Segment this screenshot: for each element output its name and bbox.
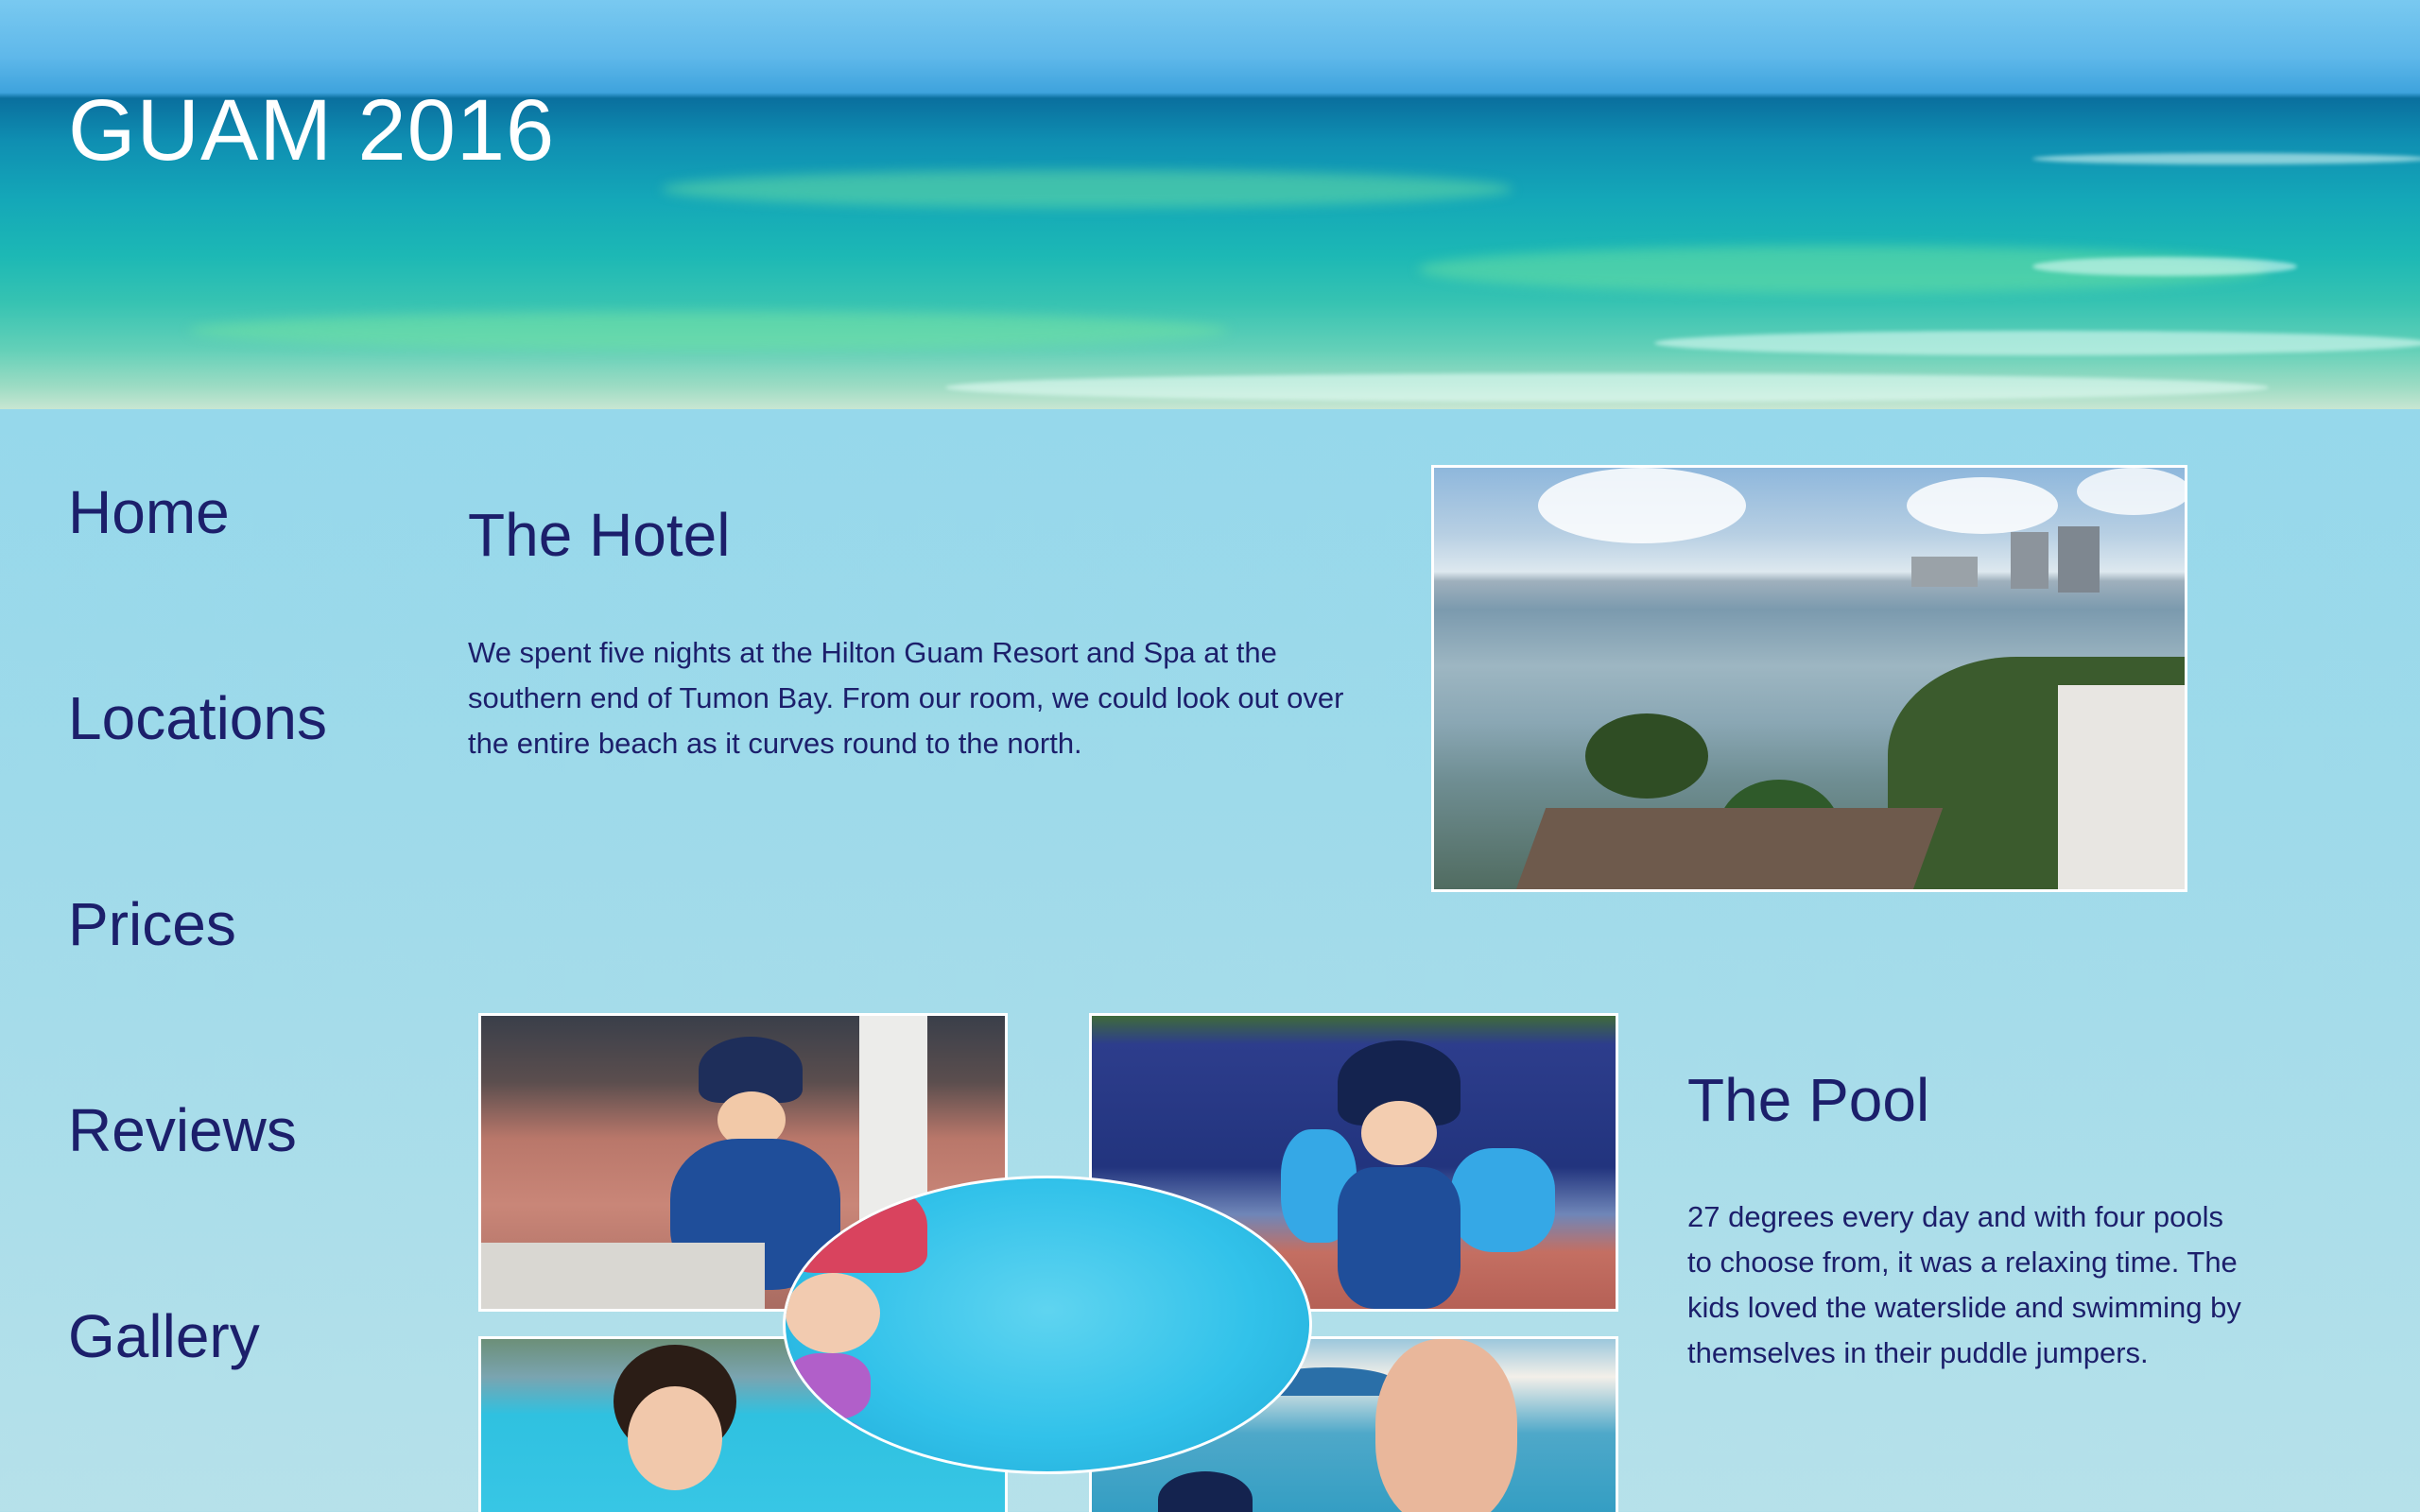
banner-wave (1654, 331, 2420, 355)
photo-child-face (786, 1273, 880, 1353)
photo-child-face (628, 1386, 722, 1490)
pool-photo-girl-swimming (783, 1176, 1312, 1474)
photo-roof (1511, 808, 1944, 889)
pool-heading: The Pool (1687, 1066, 1930, 1134)
photo-tower (2011, 532, 2048, 589)
photo-building (2058, 685, 2185, 889)
photo-cloud (2077, 468, 2185, 515)
photo-adult-face (1375, 1339, 1517, 1512)
banner-shimmer (662, 170, 1512, 208)
banner-wave (945, 373, 2269, 402)
photo-child-hat (1158, 1471, 1253, 1512)
photo-tree (1585, 713, 1708, 799)
hotel-bay-photo (1431, 465, 2187, 892)
nav-link-home[interactable]: Home (68, 482, 230, 542)
nav-link-locations[interactable]: Locations (68, 688, 327, 748)
photo-armband (1451, 1148, 1555, 1252)
nav-link-reviews[interactable]: Reviews (68, 1100, 297, 1160)
banner-wave (2032, 153, 2420, 164)
photo-towel (481, 1243, 765, 1309)
nav-link-gallery[interactable]: Gallery (68, 1306, 260, 1366)
site-title: GUAM 2016 (68, 82, 556, 179)
banner-wave (2032, 257, 2297, 276)
pool-description: 27 degrees every day and with four pools… (1687, 1200, 2241, 1369)
photo-child-body (1338, 1167, 1461, 1309)
photo-child-face (1361, 1101, 1437, 1165)
hotel-heading: The Hotel (468, 501, 731, 569)
banner-shimmer (189, 312, 1229, 350)
photo-tower (2058, 526, 2100, 593)
hotel-description: We spent five nights at the Hilton Guam … (468, 636, 1344, 760)
photo-cloud (1907, 477, 2058, 534)
photo-cloud (1538, 468, 1746, 543)
header-banner: GUAM 2016 (0, 0, 2420, 409)
nav-link-prices[interactable]: Prices (68, 894, 236, 954)
photo-tower (1911, 557, 1978, 587)
